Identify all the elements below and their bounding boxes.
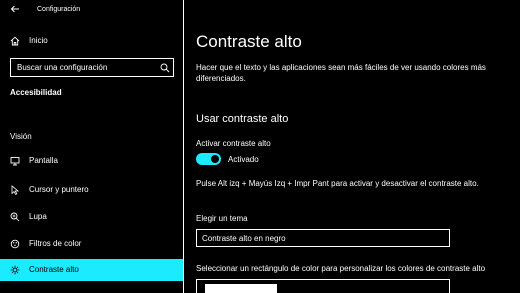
toggle-label: Activar contraste alto: [196, 139, 271, 148]
sidebar-item-label: Cursor y puntero: [29, 185, 89, 194]
group-heading: Visión: [10, 132, 32, 141]
theme-selected-value: Contraste alto en negro: [202, 234, 286, 243]
toggle-knob: [211, 155, 219, 163]
app-title: Configuración: [37, 6, 81, 13]
sidebar-item-pantalla[interactable]: Pantalla: [0, 150, 184, 172]
magnifier-icon: [10, 212, 20, 222]
toggle-state-text: Activado: [228, 155, 259, 164]
section-title: Usar contraste alto: [196, 113, 289, 125]
page-title: Contraste alto: [196, 32, 302, 51]
title-bar: Configuración: [0, 0, 184, 22]
theme-dropdown[interactable]: Contraste alto en negro: [196, 229, 450, 247]
color-filter-icon: [10, 239, 20, 249]
color-prompt: Seleccionar un rectángulo de color para …: [196, 264, 486, 273]
sidebar-item-home[interactable]: Inicio: [0, 32, 184, 52]
home-icon: [10, 36, 20, 46]
sidebar-item-lupa[interactable]: Lupa: [0, 206, 184, 228]
contrast-icon: [10, 265, 20, 275]
sidebar-item-contraste-alto[interactable]: Contraste alto: [0, 259, 184, 281]
sidebar-item-label: Filtros de color: [29, 239, 82, 248]
back-button[interactable]: [7, 2, 23, 16]
section-heading: Accesibilidad: [10, 88, 62, 97]
cursor-icon: [11, 185, 20, 195]
search-box[interactable]: [10, 58, 174, 77]
monitor-icon: [10, 157, 20, 166]
search-icon[interactable]: [160, 63, 170, 73]
sidebar-item-label: Lupa: [29, 212, 47, 221]
high-contrast-toggle[interactable]: [196, 153, 221, 165]
main-content: Contraste alto Hacer que el texto y las …: [184, 0, 520, 293]
sidebar-item-cursor[interactable]: Cursor y puntero: [0, 179, 184, 201]
color-swatch-text[interactable]: [205, 284, 277, 293]
shortcut-hint: Pulse Alt izq + Mayús Izq + Impr Pant pa…: [196, 179, 479, 188]
page-description: Hacer que el texto y las aplicaciones se…: [196, 63, 486, 83]
back-arrow-icon: [10, 5, 19, 13]
sidebar-item-filtros-color[interactable]: Filtros de color: [0, 233, 184, 255]
search-input[interactable]: [17, 62, 149, 73]
sidebar-item-label: Pantalla: [29, 156, 58, 165]
color-panel: [196, 279, 450, 293]
sidebar-item-label: Contraste alto: [29, 265, 79, 274]
theme-label: Elegir un tema: [196, 214, 248, 223]
sidebar-item-label: Inicio: [29, 36, 48, 45]
sidebar: Configuración Inicio Accesibilidad Visió…: [0, 0, 184, 293]
